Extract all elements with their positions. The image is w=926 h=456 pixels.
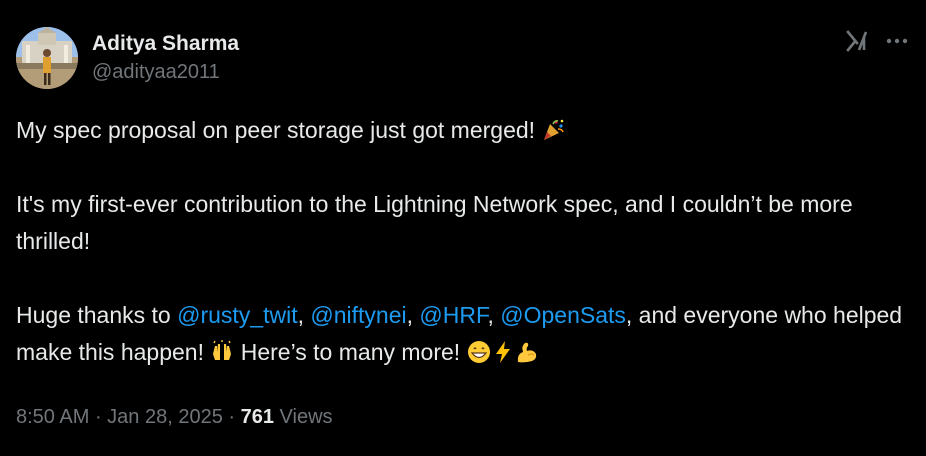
mention-rusty-twit[interactable]: @rusty_twit xyxy=(177,302,297,328)
avatar-image xyxy=(16,27,78,89)
mention-hrf[interactable]: @HRF xyxy=(419,302,487,328)
author-names: Aditya Sharma @adityaa2011 xyxy=(92,31,239,85)
author-display-name[interactable]: Aditya Sharma xyxy=(92,31,239,57)
tweet-text: My spec proposal on peer storage just go… xyxy=(16,112,916,371)
meta-dot: · xyxy=(89,406,108,428)
tweet-time[interactable]: 8:50 AM xyxy=(16,406,89,428)
tweet-card: Aditya Sharma @adityaa2011 My spec propo… xyxy=(0,0,926,456)
more-icon[interactable] xyxy=(886,30,908,52)
author-handle[interactable]: @adityaa2011 xyxy=(92,59,239,85)
tweet-date[interactable]: Jan 28, 2025 xyxy=(107,406,223,428)
meta-dot: · xyxy=(222,406,241,428)
thanks-prefix: Huge thanks to xyxy=(16,302,178,328)
lightning-bolt-icon xyxy=(491,338,515,363)
party-popper-icon xyxy=(541,116,565,140)
user-avatar[interactable] xyxy=(16,27,78,89)
tweet-paragraph-2: It's my first-ever contribution to the L… xyxy=(16,191,853,254)
many-more-text: Here’s to many more! xyxy=(234,339,467,365)
grinning-face-icon xyxy=(467,338,491,363)
raised-hands-icon xyxy=(210,338,234,362)
tweet-paragraph-1: My spec proposal on peer storage just go… xyxy=(16,112,916,149)
mention-separator: , xyxy=(487,302,501,328)
views-label: Views xyxy=(273,406,333,428)
flexed-biceps-icon xyxy=(515,338,539,363)
mention-niftynei[interactable]: @niftynei xyxy=(310,302,406,328)
mention-separator: , xyxy=(406,302,420,328)
tweet-line-1: My spec proposal on peer storage just go… xyxy=(16,117,542,143)
grok-icon[interactable] xyxy=(844,28,870,54)
tweet-paragraph-3: Huge thanks to @rusty_twit, @niftynei, @… xyxy=(16,297,916,371)
mention-opensats[interactable]: @OpenSats xyxy=(500,302,626,328)
mention-separator: , xyxy=(297,302,311,328)
tweet-meta: 8:50 AM · Jan 28, 2025 · 761 Views xyxy=(16,404,333,430)
tweet-header: Aditya Sharma @adityaa2011 xyxy=(16,24,239,92)
top-actions xyxy=(844,28,908,54)
views-count: 761 xyxy=(240,406,274,428)
